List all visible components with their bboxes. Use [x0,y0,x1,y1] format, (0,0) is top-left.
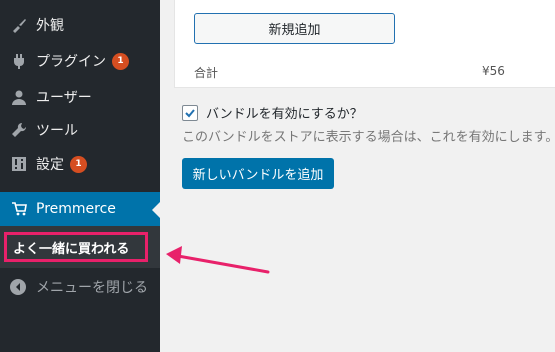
premmerce-submenu: よく一緒に買われる [0,226,160,268]
sidebar-item-users[interactable]: ユーザー [0,80,160,114]
enable-bundle-checkbox[interactable] [182,104,198,121]
add-bundle-button[interactable]: 新しいバンドルを追加 [182,158,334,189]
sidebar-item-premmerce[interactable]: Premmerce [0,192,160,226]
sidebar-item-settings[interactable]: 設定 1 [0,147,160,181]
collapse-icon [10,279,26,295]
sidebar-item-plugins[interactable]: プラグイン 1 [0,44,160,78]
cart-icon [10,200,28,218]
bundle-products-panel: 新規追加 合計 ¥56 [174,0,555,88]
update-count-badge: 1 [70,155,87,173]
user-icon [10,88,28,106]
sidebar-item-label: Premmerce [36,201,116,217]
annotation-arrow-icon [166,246,270,274]
submenu-item-frequently-bought-together[interactable]: よく一緒に買われる [4,232,148,262]
enable-bundle-help-text: このバンドルをストアに表示する場合は、これを有効にします。 [182,130,555,145]
plugin-icon [10,52,28,70]
sidebar-item-label: ユーザー [36,90,92,106]
admin-sidebar: 外観 プラグイン 1 ユーザー ツール 設定 1 Premmerce よく一緒に… [0,0,160,352]
add-new-button[interactable]: 新規追加 [194,13,395,44]
enable-bundle-row: バンドルを有効にするか？ [182,103,363,122]
total-value: ¥56 [482,64,505,78]
total-label: 合計 [194,66,219,80]
sidebar-item-label: 外観 [36,18,64,34]
sidebar-item-label: ツール [36,123,78,139]
sidebar-item-tools[interactable]: ツール [0,113,160,147]
enable-bundle-label: バンドルを有効にするか？ [206,107,363,122]
active-indicator [152,202,160,218]
sidebar-item-label: プラグイン [36,54,106,70]
checkmark-icon [185,108,195,117]
sidebar-item-label: 設定 [36,157,64,173]
brush-icon [10,16,28,34]
submenu-item-label: よく一緒に買われる [13,241,130,257]
sidebar-item-appearance[interactable]: 外観 [0,8,160,42]
collapse-menu-button[interactable]: メニューを閉じる [0,270,160,304]
wrench-icon [10,121,28,139]
collapse-label: メニューを閉じる [36,280,148,296]
settings-icon [10,155,28,173]
update-count-badge: 1 [112,52,129,70]
